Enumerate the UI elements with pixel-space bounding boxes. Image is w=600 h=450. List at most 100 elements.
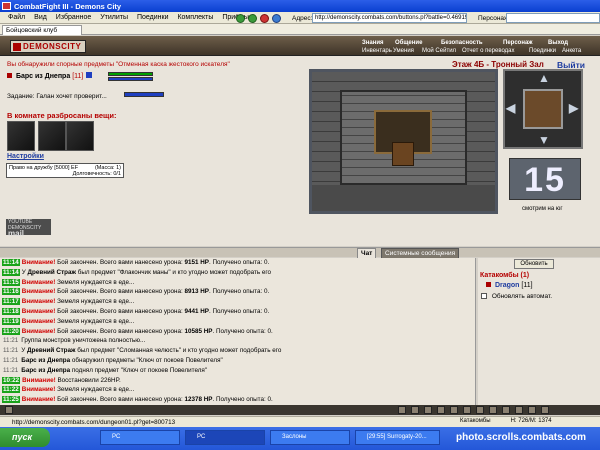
clan-icon — [7, 73, 12, 78]
menu-utilities[interactable]: Утилиты — [100, 14, 128, 21]
chat-timestamp: 11:21 — [3, 347, 19, 355]
chat-message: 11:15 Внимание! Земеля нуждается в еде... — [0, 278, 475, 288]
chat-text: Бой закончен. Всего вами нанесено урона: — [57, 259, 185, 266]
nav-transfer-report[interactable]: Отчет о переводах — [462, 48, 515, 54]
nav-exit[interactable]: Выход — [548, 40, 568, 46]
chat-text: Бой закончен. Всего вами нанесено урона: — [57, 288, 185, 296]
character-search-input[interactable] — [506, 13, 600, 23]
dungeon-view[interactable] — [309, 69, 498, 214]
toolbar-button[interactable] — [515, 406, 523, 414]
toolbar-button[interactable] — [411, 406, 419, 414]
menu-file[interactable]: Файл — [8, 14, 25, 21]
chat-message: 11:21 Группа монстров уничтожена полность… — [0, 336, 475, 346]
toolbar-button[interactable] — [502, 406, 510, 414]
tab-fight-club[interactable]: Бойцовский клуб — [2, 25, 82, 35]
task-progress-bar — [124, 92, 164, 97]
taskbar-item[interactable]: PC — [100, 430, 180, 445]
chat-message: 11:22 Внимание! Земеля нуждается в еде... — [0, 385, 475, 395]
toolbar-button[interactable] — [437, 406, 445, 414]
social-counter[interactable]: YOUTUBE DEMONSCITY mail — [6, 219, 51, 238]
room-item[interactable] — [38, 121, 66, 151]
chat-timestamp: 11:21 — [3, 356, 19, 364]
menu-battles[interactable]: Поединки — [137, 14, 169, 21]
nav-knowledge[interactable]: Знания — [362, 40, 384, 46]
chat-log[interactable]: 11:14 Внимание! Бой закончен. Всего вами … — [0, 258, 476, 405]
toolbar-button[interactable] — [398, 406, 406, 414]
address-input[interactable]: http://demonscity.combats.com/buttons.pl… — [312, 13, 467, 23]
arrow-left-icon[interactable]: ◀ — [506, 101, 515, 115]
nav-inventory[interactable]: Инвентарь — [362, 48, 392, 54]
nav-communication[interactable]: Общение — [395, 40, 422, 46]
auto-refresh-row[interactable]: Обновлять автомат. — [481, 293, 552, 300]
chat-timestamp: 11:15 — [2, 278, 20, 286]
menu-sets[interactable]: Комплекты — [177, 14, 213, 21]
back-icon[interactable] — [236, 14, 245, 23]
stop-icon[interactable] — [260, 14, 269, 23]
chat-bold[interactable]: Барс из Днепра — [21, 367, 70, 374]
treasure-chest-icon[interactable] — [392, 142, 414, 166]
player-level: [11] — [72, 73, 84, 80]
auto-refresh-label: Обновлять автомат. — [491, 293, 553, 300]
location-user-name[interactable]: Dragon — [495, 282, 520, 289]
chat-timestamp: 11:14 — [2, 259, 20, 266]
forward-icon[interactable] — [248, 14, 257, 23]
toolbar-button[interactable] — [424, 406, 432, 414]
toolbar-button[interactable] — [5, 406, 13, 414]
chat-timestamp: 11:25 — [2, 396, 20, 404]
chat-suffix: был предмет "Флакончик маны" и кто угодн… — [75, 268, 272, 276]
taskbar-item[interactable]: Заслоны — [270, 430, 350, 445]
nav-duels[interactable]: Поединки — [529, 48, 556, 54]
counter-line-mail: mail — [8, 229, 25, 238]
taskbar-item[interactable]: [29:55] Surrogaty-20... — [355, 430, 440, 445]
chat-bold: 8913 HP — [184, 288, 209, 296]
mana-bar — [108, 77, 153, 81]
nav-security[interactable]: Безопасность — [441, 40, 483, 46]
location-panel — [478, 258, 600, 405]
settings-link[interactable]: Настройки — [7, 153, 44, 160]
arrow-up-icon[interactable]: ▲ — [538, 71, 550, 85]
toolbar-button[interactable] — [450, 406, 458, 414]
chat-timestamp: 11:17 — [2, 298, 20, 306]
home-icon[interactable] — [272, 14, 281, 23]
chat-text: Земеля нуждается в еде... — [57, 386, 135, 394]
nav-profile[interactable]: Анкета — [562, 48, 581, 54]
chat-timestamp: 11:18 — [2, 307, 20, 315]
chat-text: Земеля нуждается в еде... — [57, 298, 135, 306]
chat-text: Группа монстров уничтожена полностью... — [21, 337, 146, 345]
chat-suffix: . Получено опыта: 0. — [209, 288, 270, 296]
toolbar-button[interactable] — [476, 406, 484, 414]
direction-compass[interactable]: ▲ ▼ ◀ ▶ — [503, 69, 583, 149]
arrow-right-icon[interactable]: ▶ — [569, 101, 578, 115]
start-button[interactable]: пуск — [0, 428, 50, 447]
menu-favorites[interactable]: Избранное — [56, 14, 91, 21]
chat-bold[interactable]: Барс из Днепра — [21, 357, 70, 364]
menu-view[interactable]: Вид — [34, 14, 47, 21]
refresh-button[interactable]: Обновить — [514, 259, 554, 269]
nav-character[interactable]: Персонаж — [503, 40, 533, 46]
status-hp-mana: H: 726/M: 1374 — [510, 418, 552, 424]
toolbar-button[interactable] — [541, 406, 549, 414]
chat-bold[interactable]: Древний Страж — [28, 269, 76, 276]
location-title: Катакомбы (1) — [480, 272, 530, 279]
chat-bold[interactable]: Древний Страж — [27, 347, 75, 354]
chat-warning: Внимание! — [21, 288, 58, 296]
chat-message: 11:21 У Древний Страж был предмет "Сломан… — [0, 346, 475, 356]
taskbar-item[interactable]: PC — [185, 430, 265, 445]
arrow-down-icon[interactable]: ▼ — [538, 133, 550, 147]
toolbar-button[interactable] — [489, 406, 497, 414]
player-name[interactable]: Барс из Днепра — [16, 73, 70, 80]
nav-my-seitil[interactable]: Мой Сейтил — [422, 48, 456, 54]
chat-bold: 12378 HP — [184, 396, 213, 404]
room-item[interactable] — [7, 121, 35, 151]
nav-skills[interactable]: Умения — [393, 48, 414, 54]
toolbar-button[interactable] — [463, 406, 471, 414]
toolbar-button[interactable] — [528, 406, 536, 414]
app-icon — [2, 2, 11, 10]
info-icon[interactable] — [86, 72, 93, 78]
location-user[interactable]: Dragon [11] — [486, 282, 533, 289]
status-zone: Катакомбы H: 726/M: 1374 — [460, 418, 552, 424]
room-item[interactable] — [66, 121, 94, 151]
auto-refresh-checkbox[interactable] — [481, 293, 487, 300]
chat-message: 11:21 Барс из Днепра поднял предмет "Ключ… — [0, 366, 475, 376]
location-user-level: [11] — [521, 282, 533, 289]
